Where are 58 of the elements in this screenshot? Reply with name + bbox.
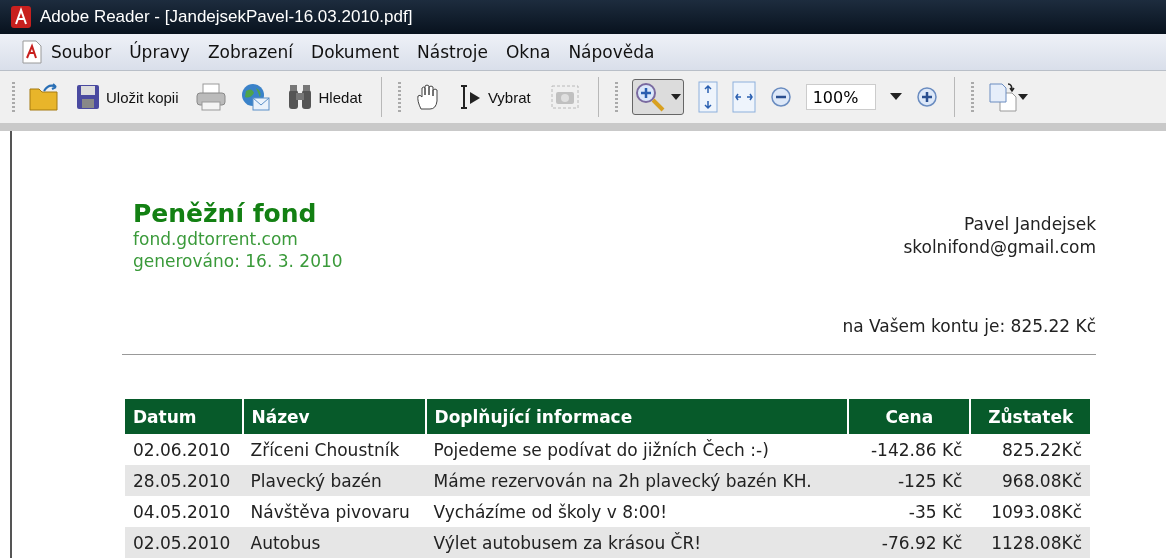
column-header: Název [242,399,426,434]
pages-icon[interactable] [987,82,1028,112]
menu-item[interactable]: Nápověda [559,42,664,62]
find-button[interactable]: Hledat [283,81,365,113]
table-cell: -125 Kč [848,465,971,496]
table-cell: 968.08Kč [970,465,1090,496]
save-copy-button[interactable]: Uložit kopii [73,81,182,113]
fit-width-icon[interactable] [731,81,756,113]
zoom-out-icon[interactable] [769,86,792,108]
printer-icon[interactable] [195,83,226,111]
menu-item[interactable]: Soubor [42,42,121,62]
owner-name: Pavel Jandejsek [964,213,1096,236]
magnifier-plus-icon [634,82,665,112]
table-cell: 02.06.2010 [125,434,243,465]
menu-item[interactable]: Úpravy [120,42,199,62]
zoom-field[interactable]: 100% [805,84,876,110]
table-cell: Autobus [242,527,426,558]
column-header: Doplňující informace [425,399,849,434]
table-cell: 28.05.2010 [125,465,243,496]
menu-item[interactable]: Okna [496,42,560,62]
table-cell: Návštěva pivovaru [242,496,426,527]
generated-date: generováno: 16. 3. 2010 [133,250,343,272]
select-tool-button[interactable]: Vybrat [454,81,534,113]
table-cell: 04.05.2010 [125,496,243,527]
folder-icon[interactable] [29,83,59,111]
binoculars-icon [286,84,313,110]
table-cell: Výlet autobusem za krásou ČR! [425,527,849,558]
menu-item[interactable]: Zobrazení [198,42,303,62]
column-header: Zůstatek [970,399,1090,434]
table-cell: -76.92 Kč [848,527,971,558]
globe-envelope-icon[interactable] [239,83,270,111]
document-title: Peněžní fond [133,199,318,228]
window-title: Adobe Reader - [JandejsekPavel-16.03.2010.pdf] [40,7,413,27]
zoom-in-icon[interactable] [915,86,938,108]
pdf-document-icon [22,40,42,64]
owner-email: skolnifond@gmail.com [903,236,1096,259]
app-logo-icon [10,5,32,29]
table-cell: Vycházíme od školy v 8:00! [425,496,849,527]
hand-icon[interactable] [414,83,441,111]
table-cell: Plavecký bazén [242,465,426,496]
table-cell: 1128.08Kč [970,527,1090,558]
table-cell: 825.22Kč [970,434,1090,465]
table-cell: -35 Kč [848,496,971,527]
dropdown-arrow-icon[interactable] [889,93,902,101]
table-cell: -142.86 Kč [848,434,971,465]
menu-item[interactable]: Dokument [302,42,409,62]
column-header: Cena [848,399,971,434]
website-text: fond.gdtorrent.com [133,228,299,250]
table-cell: Zříceni Choustník [242,434,426,465]
column-header: Datum [125,399,243,434]
balance-text: na Vašem kontu je: 825.22 Kč [122,316,1096,355]
table-cell: Pojedeme se podívat do jižních Čech :-) [425,434,849,465]
menu-item[interactable]: Nástroje [408,42,497,62]
fit-page-icon[interactable] [697,81,718,113]
zoom-in-tool-button[interactable] [631,79,684,115]
table-cell: 1093.08Kč [970,496,1090,527]
table-cell: Máme rezervován na 2h plavecký bazén KH. [425,465,849,496]
table-cell: 02.05.2010 [125,527,243,558]
